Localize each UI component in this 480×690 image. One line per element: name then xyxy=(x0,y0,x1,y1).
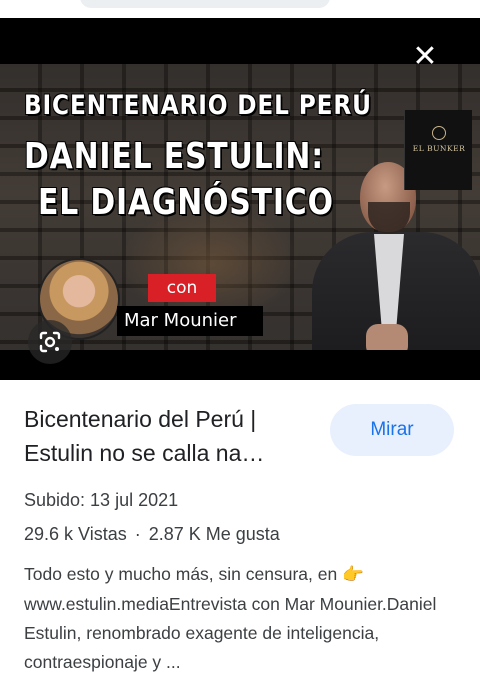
thumbnail-title-line2: DANIEL ESTULIN: xyxy=(24,136,325,177)
video-description: Todo esto y mucho más, sin censura, en 👉… xyxy=(24,560,464,677)
pointing-hand-icon: 👉 xyxy=(342,565,364,585)
lens-search-button[interactable] xyxy=(28,320,72,364)
video-title[interactable]: Bicentenario del Perú | Estulin no se ca… xyxy=(24,402,314,470)
thumbnail-title-line1: BICENTENARIO DEL PERÚ xyxy=(24,90,372,121)
like-count: 2.87 K Me gusta xyxy=(148,524,280,544)
description-text: Todo esto y mucho más, sin censura, en xyxy=(24,564,338,584)
upload-date: Subido: 13 jul 2021 xyxy=(24,490,179,510)
close-icon[interactable]: ✕ xyxy=(408,40,442,74)
video-stats: 29.6 k Vistas · 2.87 K Me gusta xyxy=(24,524,280,545)
logo-emblem xyxy=(432,126,446,140)
presenter-hands xyxy=(366,324,408,350)
description-text-continued: www.estulin.mediaEntrevista con Mar Moun… xyxy=(24,594,437,672)
watch-button[interactable]: Mirar xyxy=(330,404,454,456)
stats-separator: · xyxy=(134,524,141,544)
view-count: 29.6 k Vistas xyxy=(24,524,127,544)
guest-name-badge: Mar Mounier xyxy=(117,306,263,336)
video-preview[interactable]: EL BUNKER BICENTENARIO DEL PERÚ DANIEL E… xyxy=(0,18,480,380)
thumbnail-title-line3: EL DIAGNÓSTICO xyxy=(38,182,334,223)
lens-icon xyxy=(39,331,61,353)
con-badge: con xyxy=(148,274,216,302)
top-strip xyxy=(0,0,480,18)
video-info-panel: Bicentenario del Perú | Estulin no se ca… xyxy=(0,380,480,690)
search-bar-edge[interactable] xyxy=(80,0,330,8)
